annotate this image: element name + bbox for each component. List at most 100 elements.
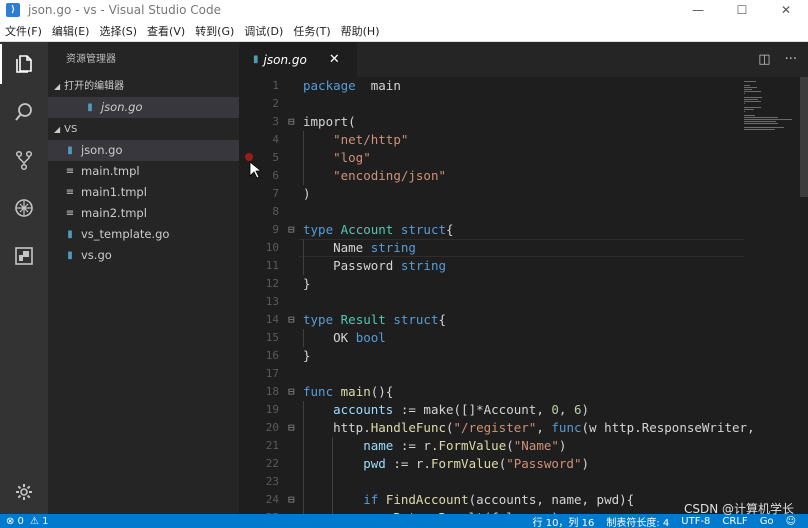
code-line[interactable]: 2 xyxy=(239,95,739,113)
errors-count[interactable]: ⊗ 0 xyxy=(6,516,24,527)
code-text: pwd := r.FormValue("Password") xyxy=(363,456,590,471)
split-editor-icon[interactable]: ◫ xyxy=(758,52,770,67)
line-number: 21 xyxy=(265,439,279,452)
gear-icon[interactable] xyxy=(0,472,48,512)
minimap-line xyxy=(744,103,745,104)
code-line[interactable]: 3 ⊟ import( xyxy=(239,113,739,131)
file-item[interactable]: ▮ vs.go xyxy=(48,245,239,266)
file-item[interactable]: ▮ vs_template.go xyxy=(48,224,239,245)
code-line[interactable]: 7) xyxy=(239,185,739,203)
fold-icon[interactable]: ⊟ xyxy=(288,113,295,131)
code-line[interactable]: 18 ⊟ func main(){ xyxy=(239,383,739,401)
language-mode[interactable]: Go xyxy=(760,516,774,527)
tab-json-go[interactable]: ▮ json.go ✕ xyxy=(239,42,357,77)
code-line[interactable]: 15 OK bool xyxy=(239,329,739,347)
code-line[interactable]: 23 xyxy=(239,473,739,491)
menu-view[interactable]: 查看(V) xyxy=(142,23,190,39)
cursor-position[interactable]: 行 10，列 16 xyxy=(533,514,595,528)
line-number: 10 xyxy=(265,241,279,254)
code-line[interactable]: 6 "encoding/json" xyxy=(239,167,739,185)
fold-icon[interactable]: ⊟ xyxy=(288,419,295,437)
go-file-icon: ▮ xyxy=(67,229,73,240)
line-number: 5 xyxy=(272,151,279,164)
line-number: 3 xyxy=(272,115,279,128)
maximize-button[interactable]: ☐ xyxy=(720,0,764,20)
file-item[interactable]: ▮ json.go xyxy=(48,140,239,161)
file-item[interactable]: ≡ main2.tmpl xyxy=(48,203,239,224)
minimize-button[interactable]: — xyxy=(676,0,720,20)
line-number: 7 xyxy=(272,187,279,200)
open-editors-section[interactable]: ◢ 打开的编辑器 xyxy=(48,77,239,97)
code-line[interactable]: 19 accounts := make([]*Account, 0, 6) xyxy=(239,401,739,419)
minimap-line xyxy=(744,99,758,100)
menu-file[interactable]: 文件(F) xyxy=(0,23,47,39)
search-icon[interactable] xyxy=(0,92,48,132)
code-line[interactable]: 20 ⊟ http.HandleFunc("/register", func(w … xyxy=(239,419,755,437)
feedback-icon[interactable]: ☺ xyxy=(786,516,796,527)
code-line[interactable]: 22 pwd := r.FormValue("Password") xyxy=(239,455,739,473)
code-line[interactable]: 8 xyxy=(239,203,739,221)
files-icon[interactable] xyxy=(0,44,48,84)
code-line[interactable]: 5 "log" xyxy=(239,149,739,167)
line-number: 16 xyxy=(265,349,279,362)
code-line[interactable]: 1 package main xyxy=(239,77,739,95)
indentation[interactable]: 制表符长度: 4 xyxy=(606,514,669,528)
code-line[interactable]: 14 ⊟ type Result struct{ xyxy=(239,311,739,329)
chevron-down-icon: ◢ xyxy=(54,125,61,134)
code-line[interactable]: 9 ⊟ type Account struct{ xyxy=(239,221,739,239)
encoding[interactable]: UTF-8 xyxy=(681,516,710,527)
line-number: 6 xyxy=(272,169,279,182)
file-label: main1.tmpl xyxy=(81,185,147,199)
code-line[interactable]: 16} xyxy=(239,347,739,365)
debug-icon[interactable] xyxy=(0,188,48,228)
code-text: accounts := make([]*Account, 0, 6) xyxy=(333,402,590,417)
open-editor-item[interactable]: ▮ json.go xyxy=(48,97,239,118)
warnings-count[interactable]: ⚠ 1 xyxy=(30,516,49,527)
menu-tasks[interactable]: 任务(T) xyxy=(288,23,335,39)
more-icon[interactable]: ··· xyxy=(785,52,797,67)
minimap[interactable] xyxy=(744,77,800,197)
chevron-down-icon: ◢ xyxy=(54,82,61,91)
fold-icon[interactable]: ⊟ xyxy=(288,221,295,239)
code-editor[interactable]: 1 package main 2 3 ⊟ import(4 "net/http" 5 "lo… xyxy=(239,77,808,514)
fold-icon[interactable]: ⊟ xyxy=(288,491,295,509)
code-text: if FindAccount(accounts, name, pwd){ xyxy=(363,492,635,507)
code-line[interactable]: 12} xyxy=(239,275,739,293)
vscode-icon: ⟩ xyxy=(6,3,20,17)
code-line[interactable]: 17 xyxy=(239,365,739,383)
menu-selection[interactable]: 选择(S) xyxy=(94,23,142,39)
fold-icon[interactable]: ⊟ xyxy=(288,383,295,401)
line-number: 24 xyxy=(265,493,279,506)
end-of-line[interactable]: CRLF xyxy=(722,516,747,527)
close-window-button[interactable]: ✕ xyxy=(764,0,808,20)
code-line[interactable]: 4 "net/http" xyxy=(239,131,739,149)
file-item[interactable]: ≡ main1.tmpl xyxy=(48,182,239,203)
menu-debug[interactable]: 调试(D) xyxy=(239,23,288,39)
watermark: CSDN @计算机学长 xyxy=(683,502,794,516)
code-line[interactable]: 13 xyxy=(239,293,739,311)
code-text: } xyxy=(303,348,311,363)
close-tab-icon[interactable]: ✕ xyxy=(329,52,340,67)
explorer-title: 资源管理器 xyxy=(66,54,116,65)
code-line[interactable]: 10 Name string xyxy=(239,239,739,257)
vertical-scrollbar[interactable] xyxy=(800,77,808,197)
fold-icon[interactable]: ⊟ xyxy=(288,311,295,329)
folder-section[interactable]: ◢ VS xyxy=(48,120,239,140)
code-line[interactable]: 11 Password string xyxy=(239,257,739,275)
extensions-icon[interactable] xyxy=(0,236,48,276)
go-file-icon: ▮ xyxy=(253,54,259,65)
text-file-icon: ≡ xyxy=(65,187,75,198)
minimap-line xyxy=(744,91,762,92)
code-line[interactable]: 24 ⊟ if FindAccount(accounts, name, pwd){ xyxy=(239,491,739,509)
text-file-icon: ≡ xyxy=(65,166,75,177)
code-line[interactable]: 21 name := r.FormValue("Name") xyxy=(239,437,739,455)
go-file-icon: ▮ xyxy=(87,102,93,113)
source-control-icon[interactable] xyxy=(0,140,48,180)
menu-edit[interactable]: 编辑(E) xyxy=(47,23,95,39)
minimap-line xyxy=(744,119,792,120)
file-item[interactable]: ≡ main.tmpl xyxy=(48,161,239,182)
tab-bar: ▮ json.go ✕ ◫ ··· xyxy=(239,42,808,77)
menu-help[interactable]: 帮助(H) xyxy=(336,23,385,39)
menu-goto[interactable]: 转到(G) xyxy=(190,23,239,39)
line-number: 19 xyxy=(265,403,279,416)
